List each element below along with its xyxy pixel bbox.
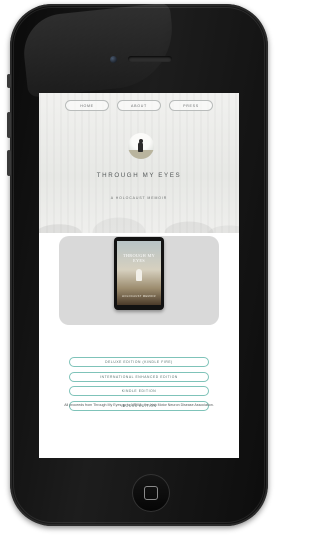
cover-author: HOLOCAUST MEMOIR xyxy=(122,295,156,298)
speaker-grille xyxy=(128,56,172,62)
proceeds-note: All proceeds from Through My Eyes go to … xyxy=(64,403,214,407)
home-square-icon xyxy=(144,486,158,500)
international-edition-button[interactable]: INTERNATIONAL ENHANCED EDITION xyxy=(69,371,209,382)
logo-person-body xyxy=(138,142,143,152)
deluxe-edition-button[interactable]: DELUXE EDITION (KINDLE FIRE) xyxy=(69,357,209,367)
top-nav: HOME ABOUT PRESS xyxy=(39,100,239,111)
logo-figure-icon xyxy=(128,133,154,159)
home-button[interactable] xyxy=(132,474,170,512)
mockup-stage: HOME ABOUT PRESS THROUGH MY EYES A HOLOC… xyxy=(0,0,280,536)
book-cover: THROUGH MY EYES HOLOCAUST MEMOIR xyxy=(117,241,161,305)
cover-figure xyxy=(136,269,142,281)
volume-up-button[interactable] xyxy=(7,112,11,138)
mute-switch[interactable] xyxy=(7,74,11,88)
glass-reflection xyxy=(20,2,178,98)
nav-about-button[interactable]: ABOUT xyxy=(117,100,161,111)
page-subtitle: A HOLOCAUST MEMOIR xyxy=(110,196,168,200)
kindle-edition-button[interactable]: KINDLE EDITION xyxy=(69,386,209,396)
nav-home-button[interactable]: HOME xyxy=(65,100,109,111)
cover-title: THROUGH MY EYES xyxy=(122,253,155,263)
volume-down-button[interactable] xyxy=(7,150,11,176)
nav-press-button[interactable]: PRESS xyxy=(169,100,213,111)
phone-screen: HOME ABOUT PRESS THROUGH MY EYES A HOLOC… xyxy=(39,93,239,458)
hero-banner: HOME ABOUT PRESS THROUGH MY EYES A HOLOC… xyxy=(39,93,239,233)
page-title: THROUGH MY EYES xyxy=(96,172,182,179)
tablet-book-image: THROUGH MY EYES HOLOCAUST MEMOIR xyxy=(114,237,164,310)
camera-icon xyxy=(110,56,117,63)
